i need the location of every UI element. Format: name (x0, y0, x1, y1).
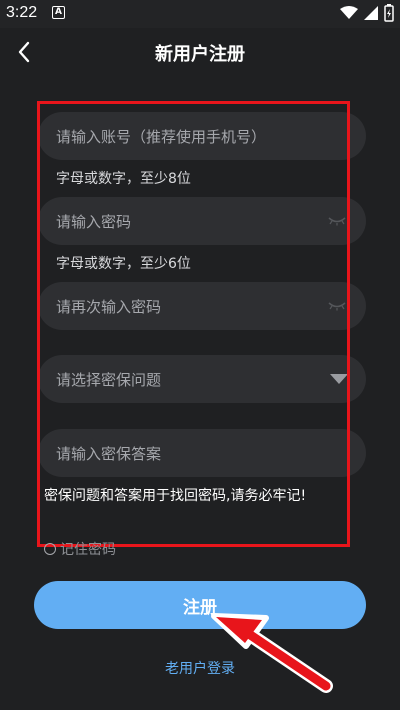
register-button[interactable]: 注册 (34, 581, 366, 629)
status-icons (340, 4, 394, 22)
status-time: 3:22 (6, 4, 38, 21)
signal-icon (364, 6, 378, 20)
security-answer-placeholder: 请输入密保答案 (56, 444, 162, 463)
remember-radio-icon (44, 543, 56, 555)
security-question-placeholder: 请选择密保问题 (56, 370, 162, 389)
dropdown-triangle-icon (330, 374, 348, 384)
eye-closed-icon[interactable] (326, 214, 348, 228)
eye-closed-icon[interactable] (326, 299, 348, 313)
wifi-icon (340, 6, 358, 19)
security-warning: 密保问题和答案用于找回密码,请务必牢记! (44, 488, 307, 504)
notification-icon: A (52, 6, 65, 19)
status-bar: 3:22 A (0, 0, 400, 28)
battery-icon (384, 4, 394, 22)
confirm-password-input[interactable]: 请再次输入密码 (38, 282, 366, 330)
app-header: 新用户注册 (0, 28, 400, 78)
existing-user-login-link[interactable]: 老用户登录 (0, 658, 400, 678)
password-input[interactable]: 请输入密码 (38, 197, 366, 245)
security-question-select[interactable]: 请选择密保问题 (38, 355, 366, 403)
page-title: 新用户注册 (155, 44, 245, 65)
account-hint: 字母或数字，至少8位 (56, 171, 191, 187)
remember-password-label: 记住密码 (60, 542, 116, 558)
confirm-password-placeholder: 请再次输入密码 (56, 297, 162, 316)
password-placeholder: 请输入密码 (56, 212, 132, 231)
remember-password-checkbox[interactable]: 记住密码 (44, 539, 116, 559)
account-placeholder: 请输入账号（推荐使用手机号） (56, 127, 267, 146)
security-answer-input[interactable]: 请输入密保答案 (38, 429, 366, 477)
password-hint: 字母或数字，至少6位 (56, 256, 191, 272)
account-input[interactable]: 请输入账号（推荐使用手机号） (38, 112, 366, 160)
